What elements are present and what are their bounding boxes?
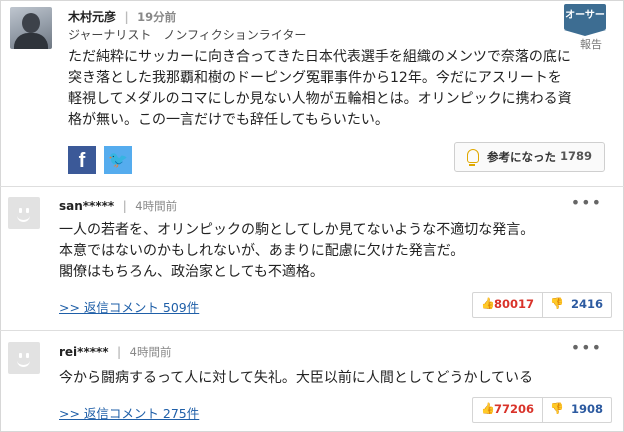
facebook-share-button[interactable]: f (68, 146, 96, 174)
user-name[interactable]: rei***** (59, 345, 109, 359)
thumbs-up-icon: 👍 (481, 402, 495, 415)
author-time: 19分前 (137, 10, 177, 24)
reply-count-link[interactable]: >> 返信コメント 275件 (59, 403, 199, 422)
upvote-count: 80017 (493, 297, 534, 311)
helpful-button[interactable]: 参考になった 1789 (454, 142, 605, 172)
helpful-label: 参考になった (487, 150, 556, 164)
divider (0, 186, 624, 187)
thumbs-down-icon: 👎 (550, 297, 564, 310)
author-name[interactable]: 木村元彦 (68, 10, 116, 24)
twitter-share-button[interactable]: 🐦 (104, 146, 132, 174)
reply-comment: 今から闘病するって人に対して失礼。大臣以前に人間としてどうかしている (59, 370, 534, 386)
author-avatar[interactable] (10, 7, 52, 49)
more-dots-icon[interactable]: ••• (571, 193, 602, 212)
author-badge: オーサー (564, 4, 606, 36)
thumbs-up-icon: 👍 (481, 297, 495, 310)
downvote-count: 1908 (570, 402, 603, 416)
author-header: 木村元彦 | 19分前 (68, 10, 177, 24)
downvote-count: 2416 (570, 297, 603, 311)
divider (0, 330, 624, 331)
downvote-button[interactable]: 👎 2416 (542, 293, 611, 317)
user-avatar (8, 342, 40, 374)
author-title: ジャーナリスト ノンフィクションライター (68, 28, 307, 42)
vote-box: 👍 77206 👎 1908 (472, 397, 612, 423)
upvote-count: 77206 (493, 402, 534, 416)
upvote-button[interactable]: 👍 80017 (473, 293, 543, 317)
author-comment: ただ純粋にサッカーに向き合ってきた日本代表選手を組織のメンツで奈落の底に 突き落… (68, 49, 572, 128)
reply-time: 4時間前 (129, 345, 172, 359)
reply-count-link[interactable]: >> 返信コメント 509件 (59, 297, 199, 316)
lightbulb-icon (467, 149, 479, 166)
reply-header: san***** | 4時間前 (59, 199, 178, 213)
report-link[interactable]: 報告 (580, 36, 602, 52)
reply-time: 4時間前 (135, 199, 178, 213)
helpful-count: 1789 (559, 149, 592, 163)
vote-box: 👍 80017 👎 2416 (472, 292, 612, 318)
reply-comment: 一人の若者を、オリンピックの駒としてしか見てないような不適切な発言。 本意ではな… (59, 222, 535, 280)
user-name[interactable]: san***** (59, 199, 114, 213)
reply-header: rei***** | 4時間前 (59, 345, 172, 359)
thumbs-down-icon: 👎 (550, 402, 564, 415)
downvote-button[interactable]: 👎 1908 (542, 398, 611, 422)
more-dots-icon[interactable]: ••• (571, 338, 602, 357)
upvote-button[interactable]: 👍 77206 (473, 398, 543, 422)
user-avatar (8, 197, 40, 229)
